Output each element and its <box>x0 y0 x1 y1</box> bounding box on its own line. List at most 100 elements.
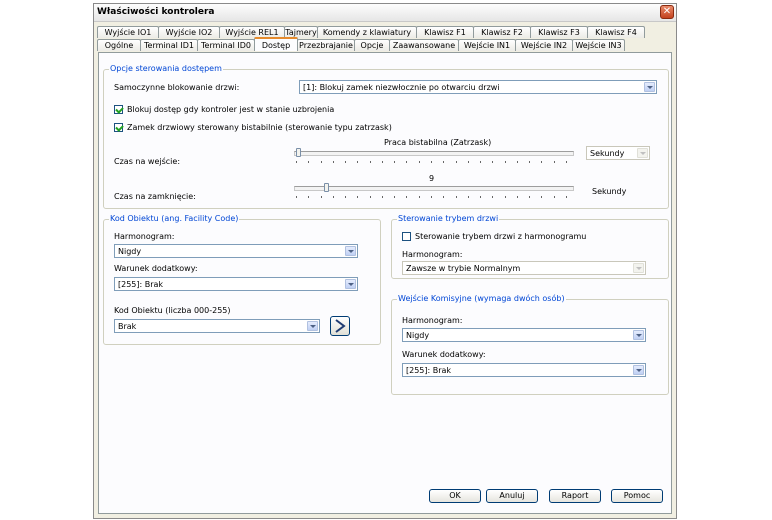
slider-tick <box>492 161 493 163</box>
tab-row2-4[interactable]: Przezbrajanie <box>297 39 355 51</box>
facility-schedule-value: Nigdy <box>118 247 142 256</box>
title-bar[interactable]: Właściwości kontrolera ✕ <box>94 4 676 22</box>
bistable-label: Zamek drzwiowy sterowany bistabilnie (st… <box>127 123 392 132</box>
slider-tick <box>406 161 407 163</box>
door-schedule-select[interactable]: Zawsze w trybie Normalnym <box>402 261 646 275</box>
door-schedule-value: Zawsze w trybie Normalnym <box>406 264 521 273</box>
tab-page-dostep: Opcje sterowania dostępem Samoczynne blo… <box>98 52 672 514</box>
entry-time-label: Czas na wejście: <box>114 157 181 166</box>
ok-button[interactable]: OK <box>429 489 481 503</box>
slider-tick <box>296 196 297 198</box>
entry-time-slider-track[interactable] <box>294 151 574 156</box>
slider-tick <box>541 161 542 163</box>
entry-time-slider-thumb[interactable] <box>296 148 301 157</box>
facility-code-group: Kod Obiektu (ang. Facility Code) Harmono… <box>103 214 381 345</box>
bistable-caption: Praca bistabilna (Zatrzask) <box>384 138 492 147</box>
tab-row2-1[interactable]: Terminal ID1 <box>140 39 198 51</box>
slider-tick <box>566 161 567 163</box>
close-time-ticks <box>296 196 567 198</box>
slider-tick <box>468 161 469 163</box>
slider-tick <box>480 161 481 163</box>
window-title: Właściwości kontrolera <box>97 7 215 17</box>
slider-tick <box>541 196 542 198</box>
door-schedule-checkbox-label: Sterowanie trybem drzwi z harmonogramu <box>415 232 587 241</box>
tab-row-1: Wyjście IO1 Wyjście IO2 Wyjście REL1 Tajmer… <box>97 26 645 39</box>
access-options-legend: Opcje sterowania dostępem <box>109 64 223 73</box>
close-time-slider-thumb[interactable] <box>324 183 329 192</box>
chevron-down-icon[interactable] <box>633 330 644 340</box>
slider-tick <box>529 161 530 163</box>
facility-schedule-select[interactable]: Nigdy <box>114 244 358 258</box>
tab-row1-1[interactable]: Wyjście IO2 <box>158 26 220 38</box>
chevron-down-icon[interactable] <box>644 82 655 92</box>
facility-condition-select[interactable]: [255]: Brak <box>114 277 358 291</box>
tab-row2-9[interactable]: Wejście IN3 <box>572 39 625 51</box>
slider-tick <box>345 161 346 163</box>
commission-condition-label: Warunek dodatkowy: <box>402 350 486 359</box>
slider-tick <box>357 161 358 163</box>
door-schedule-label: Harmonogram: <box>402 250 463 259</box>
slider-tick <box>370 161 371 163</box>
block-armed-label: Blokuj dostęp gdy kontroler jest w stani… <box>127 105 335 114</box>
chevron-down-icon[interactable] <box>345 279 356 289</box>
slider-tick <box>357 196 358 198</box>
tab-row2-8[interactable]: Wejście IN2 <box>515 39 573 51</box>
slider-tick <box>394 161 395 163</box>
close-time-label: Czas na zamknięcie: <box>114 192 196 201</box>
entry-unit-select[interactable]: Sekundy <box>586 146 650 160</box>
block-armed-checkbox[interactable] <box>114 105 123 114</box>
slider-tick <box>431 161 432 163</box>
commission-condition-select[interactable]: [255]: Brak <box>402 363 646 377</box>
tab-row-2: Ogólne Terminal ID1 Terminal ID0 Dostęp Prze… <box>97 37 625 52</box>
facility-code-picker-button[interactable] <box>330 316 350 336</box>
slider-tick <box>419 196 420 198</box>
slider-tick <box>554 161 555 163</box>
tab-row1-6[interactable]: Klawisz F2 <box>473 26 531 38</box>
tab-row2-0[interactable]: Ogólne <box>97 39 141 51</box>
bistable-checkbox[interactable] <box>114 123 123 132</box>
help-button[interactable]: Pomoc <box>611 489 663 503</box>
tab-row1-7[interactable]: Klawisz F3 <box>530 26 588 38</box>
tab-row1-5[interactable]: Klawisz F1 <box>416 26 474 38</box>
tab-row2-3[interactable]: Dostęp <box>254 37 298 51</box>
commission-entry-legend: Wejście Komisyjne (wymaga dwóch osób) <box>397 294 566 303</box>
chevron-down-icon[interactable] <box>345 246 356 256</box>
tab-row1-0[interactable]: Wyjście IO1 <box>97 26 159 38</box>
chevron-down-icon[interactable] <box>637 148 648 158</box>
cancel-button[interactable]: Anuluj <box>486 489 538 503</box>
chevron-down-icon[interactable] <box>633 263 644 273</box>
facility-code-value: Brak <box>118 322 137 331</box>
slider-tick <box>443 161 444 163</box>
facility-code-select[interactable]: Brak <box>114 319 320 333</box>
access-options-group: Opcje sterowania dostępem Samoczynne blo… <box>103 64 669 209</box>
commission-schedule-label: Harmonogram: <box>402 316 463 325</box>
commission-schedule-select[interactable]: Nigdy <box>402 328 646 342</box>
commission-condition-value: [255]: Brak <box>406 366 452 375</box>
tab-row2-2[interactable]: Terminal ID0 <box>197 39 255 51</box>
tab-row2-5[interactable]: Opcje <box>354 39 390 51</box>
tab-row2-7[interactable]: Wejście IN1 <box>458 39 516 51</box>
facility-condition-label: Warunek dodatkowy: <box>114 264 198 273</box>
autolock-select[interactable]: [1]: Blokuj zamek niezwłocznie po otwarc… <box>299 80 657 94</box>
slider-tick <box>382 161 383 163</box>
slider-tick <box>333 161 334 163</box>
slider-tick <box>554 196 555 198</box>
close-time-slider-track[interactable] <box>294 186 574 191</box>
report-button[interactable]: Raport <box>549 489 601 503</box>
commission-entry-group: Wejście Komisyjne (wymaga dwóch osób) Ha… <box>391 294 669 395</box>
slider-tick <box>394 196 395 198</box>
close-icon[interactable]: ✕ <box>660 5 674 19</box>
facility-condition-value: [255]: Brak <box>118 280 164 289</box>
door-schedule-checkbox[interactable] <box>402 232 411 241</box>
tab-row1-8[interactable]: Klawisz F4 <box>587 26 645 38</box>
tab-row1-4[interactable]: Komendy z klawiatury <box>317 26 417 38</box>
slider-tick <box>456 196 457 198</box>
tab-row2-6[interactable]: Zaawansowane <box>389 39 459 51</box>
chevron-down-icon[interactable] <box>633 365 644 375</box>
slider-tick <box>505 196 506 198</box>
commission-schedule-value: Nigdy <box>406 331 430 340</box>
chevron-down-icon[interactable] <box>307 321 318 331</box>
door-mode-legend: Sterowanie trybem drzwi <box>397 214 500 223</box>
entry-time-ticks <box>296 161 567 163</box>
entry-unit-value: Sekundy <box>590 149 625 158</box>
